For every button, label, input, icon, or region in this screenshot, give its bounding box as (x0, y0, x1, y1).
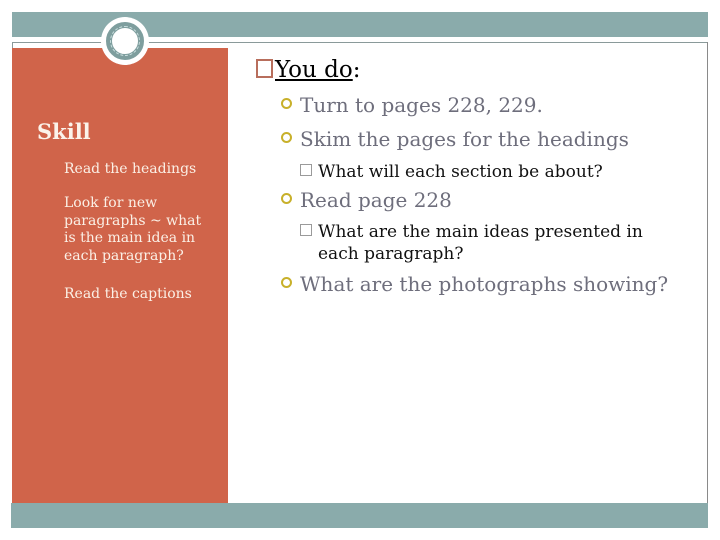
sidebar-title: Skill (37, 119, 91, 144)
circle-bullet-icon (281, 277, 292, 288)
sidebar-item: Read the captions (64, 286, 192, 302)
circle-bullet-icon (281, 132, 292, 143)
sub-bullet-text: What will each section be about? (318, 162, 603, 182)
main-heading-label: You do (275, 57, 353, 83)
bullet-text: Turn to pages 228, 229. (300, 93, 543, 117)
sidebar-panel (12, 48, 228, 503)
circle-bullet-icon (281, 193, 292, 204)
bullet-item: Turn to pages 228, 229. (281, 93, 543, 117)
sidebar-item: Read the headings (64, 161, 197, 177)
bullet-item: Read page 228 (281, 188, 452, 212)
main-heading-colon: : (352, 57, 361, 83)
sub-bullet-item: What are the main ideas presented in eac… (300, 221, 678, 265)
bullet-text: Skim the pages for the headings (300, 127, 629, 151)
right-border-line (707, 42, 708, 503)
square-bullet-icon (256, 59, 273, 78)
circle-ornament-icon (101, 17, 149, 65)
bottom-accent-band (11, 503, 708, 528)
bullet-text: What are the photographs showing? (300, 272, 669, 296)
main-heading: You do: (256, 57, 360, 83)
square-sub-bullet-icon (300, 164, 312, 176)
circle-bullet-icon (281, 98, 292, 109)
square-sub-bullet-icon (300, 224, 312, 236)
sub-bullet-item: What will each section be about? (300, 161, 603, 183)
bullet-item: What are the photographs showing? (281, 272, 668, 296)
bullet-item: Skim the pages for the headings (281, 127, 629, 151)
ornament-ring-stitch (110, 26, 140, 56)
sidebar-item: Look for new paragraphs ~ what is the ma… (64, 195, 202, 264)
bullet-text: Read page 228 (300, 188, 452, 212)
sub-bullet-text: What are the main ideas presented in eac… (318, 222, 643, 264)
